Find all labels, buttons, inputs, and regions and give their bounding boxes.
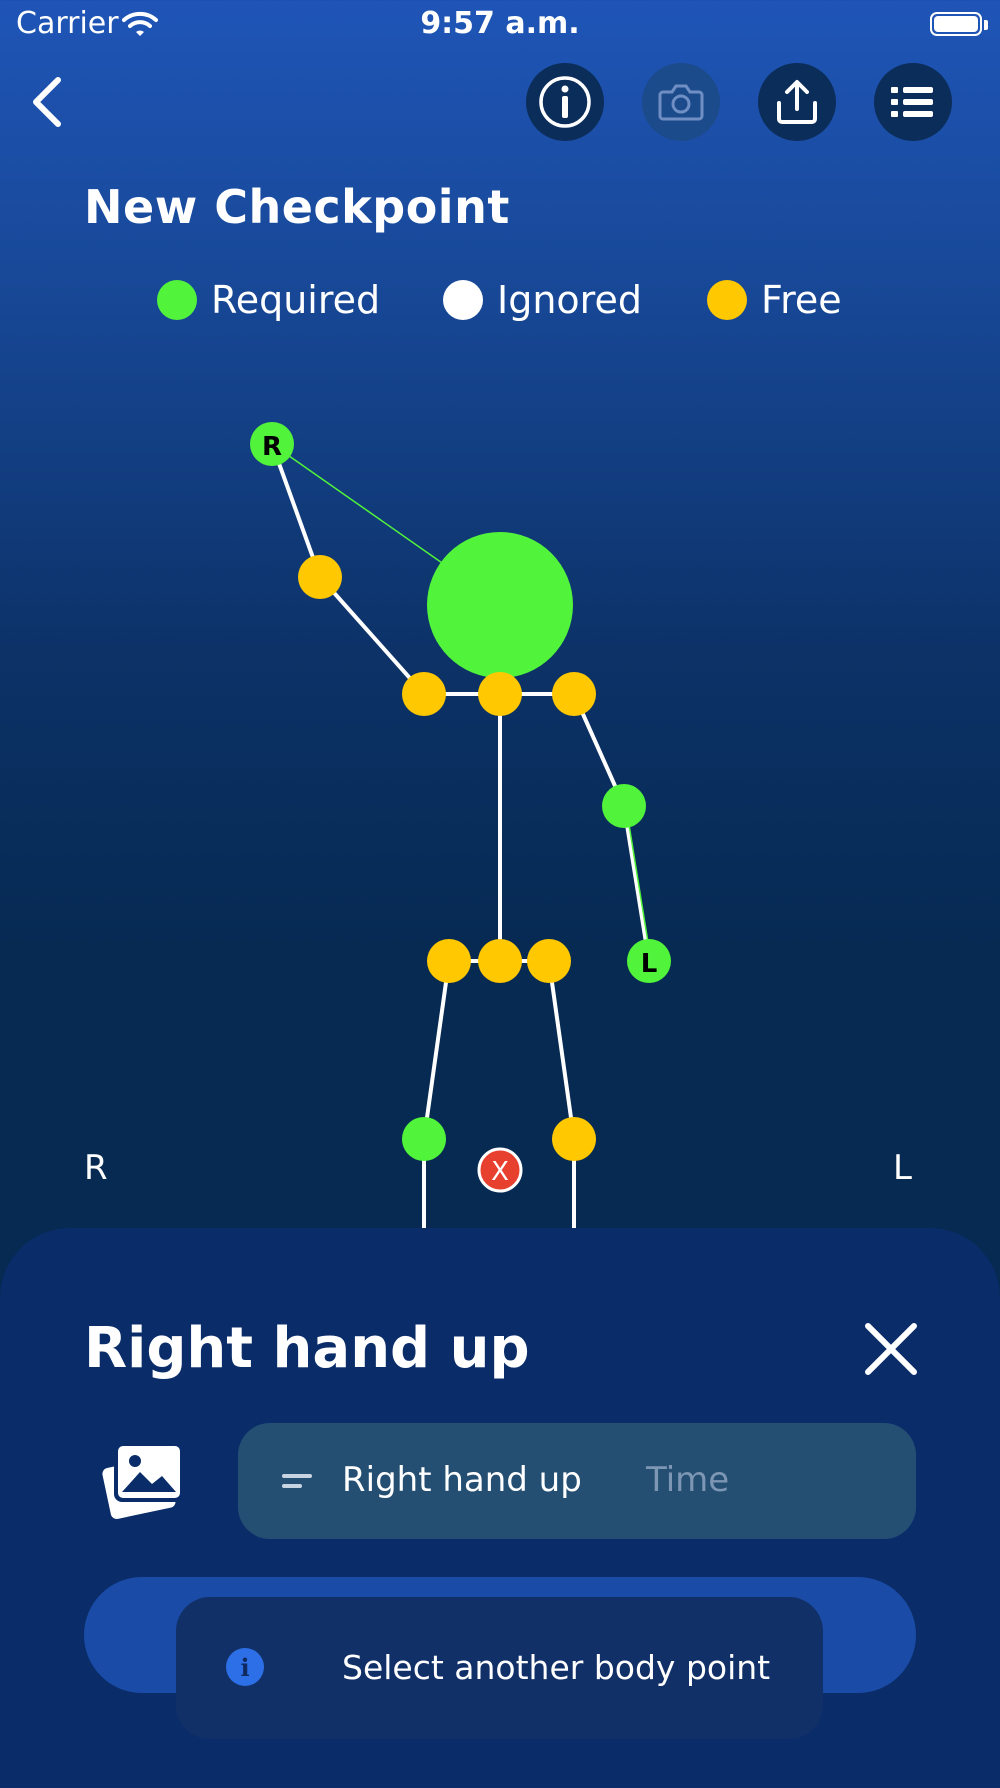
left-shoulder-joint bbox=[552, 672, 596, 716]
checkpoint-name-value[interactable]: Right hand up bbox=[342, 1460, 582, 1500]
remove-marker: X bbox=[491, 1157, 509, 1187]
neck-joint bbox=[478, 672, 522, 716]
right-knee-joint bbox=[402, 1117, 446, 1161]
left-hand-marker: L bbox=[641, 949, 658, 979]
right-side-label: R bbox=[84, 1148, 108, 1188]
head-joint bbox=[427, 532, 573, 678]
left-knee-joint bbox=[552, 1117, 596, 1161]
image-button[interactable] bbox=[98, 1440, 186, 1520]
close-button[interactable] bbox=[862, 1320, 920, 1378]
toast-message: Select another body point bbox=[342, 1648, 771, 1687]
skeleton-figure: R L X bbox=[250, 422, 671, 1240]
close-icon bbox=[865, 1323, 917, 1375]
reference-line bbox=[625, 805, 652, 962]
right-shoulder-joint bbox=[402, 672, 446, 716]
info-circle-icon: i bbox=[226, 1648, 264, 1686]
reference-line bbox=[271, 443, 446, 566]
pelvis-joint bbox=[478, 939, 522, 983]
right-hand-marker: R bbox=[262, 432, 282, 462]
left-hip-joint bbox=[527, 939, 571, 983]
sheet-title: Right hand up bbox=[84, 1316, 530, 1381]
right-elbow-joint bbox=[298, 555, 342, 599]
right-hip-joint bbox=[427, 939, 471, 983]
time-input[interactable]: Time bbox=[646, 1460, 729, 1500]
left-side-label: L bbox=[893, 1148, 912, 1188]
left-elbow-joint bbox=[602, 784, 646, 828]
text-field-icon bbox=[282, 1474, 312, 1488]
image-icon bbox=[102, 1442, 184, 1519]
